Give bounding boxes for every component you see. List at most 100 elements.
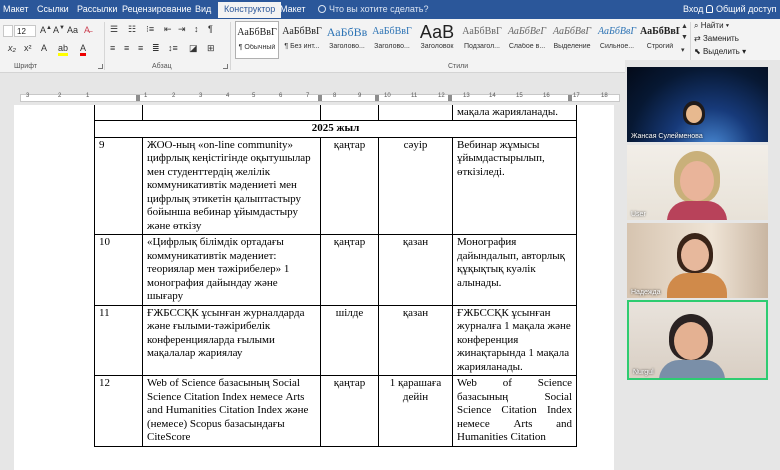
superscript-icon[interactable]: x² — [24, 43, 32, 53]
decrease-indent-icon[interactable]: ⇤ — [164, 24, 172, 35]
align-right-icon[interactable]: ≡ — [138, 43, 143, 53]
table-cell[interactable] — [94, 105, 143, 121]
style-strong[interactable]: АаБбВвГ Строгий — [640, 21, 680, 59]
activity-cell[interactable]: ҒЖБССҚК ұсынған журналдарда және ғылыми-… — [142, 304, 321, 376]
multilevel-list-icon[interactable]: ⁝≡ — [146, 24, 154, 35]
show-marks-icon[interactable]: ¶ — [208, 24, 213, 34]
style-title[interactable]: АаВ Заголовок — [415, 21, 459, 59]
horizontal-ruler[interactable]: 3 2 1 1 2 3 4 5 6 7 8 9 10 11 12 13 14 1… — [0, 91, 625, 105]
year-heading-cell[interactable]: 2025 жыл — [94, 120, 577, 138]
end-date-cell[interactable]: қазан — [378, 304, 453, 376]
font-dialog-launcher-icon[interactable] — [98, 64, 103, 69]
participant-tile[interactable]: User — [627, 145, 768, 220]
line-spacing-icon[interactable]: ↕≡ — [168, 43, 178, 53]
style-subtitle[interactable]: АаБбВвГ Подзагол... — [460, 21, 504, 59]
tab-mailings[interactable]: Рассылки — [77, 4, 117, 14]
table-row: 12 Web of Science базасының Social Scien… — [94, 375, 577, 447]
ruler-number: 11 — [411, 93, 418, 99]
numbering-icon[interactable]: ☷ — [128, 24, 136, 35]
style-name: ¶ Без инт... — [284, 43, 320, 50]
increase-indent-icon[interactable]: ⇥ — [178, 24, 186, 35]
highlight-icon[interactable]: ab — [58, 43, 69, 56]
borders-icon[interactable]: ⊞ — [207, 43, 215, 54]
paragraph-dialog-launcher-icon[interactable] — [223, 64, 228, 69]
find-button[interactable]: ⌕ Найти ▾ — [694, 21, 729, 31]
participant-tile[interactable]: Надежда — [627, 223, 768, 298]
text-effects-icon[interactable]: A — [41, 43, 47, 53]
tab-layout[interactable]: Макет — [3, 4, 28, 14]
font-color-icon[interactable]: A — [80, 43, 87, 56]
style-heading-2[interactable]: АаБбВвГ Заголово... — [370, 21, 414, 59]
tab-table-layout[interactable]: Макет — [280, 4, 305, 14]
column-marker[interactable] — [568, 95, 572, 101]
start-date-cell[interactable]: қаңтар — [320, 234, 379, 306]
result-cell[interactable]: Монография дайындалып, авторлық құқықтық… — [452, 234, 577, 306]
grow-font-icon[interactable]: A▲ — [40, 25, 52, 35]
row-number-cell[interactable]: 11 — [94, 304, 143, 376]
replace-button[interactable]: ⇄ Заменить — [694, 34, 739, 43]
sign-in-link[interactable]: Вход — [683, 4, 703, 14]
start-date-cell[interactable]: шілде — [320, 304, 379, 376]
table-cell[interactable]: мақала жарияланады. — [452, 105, 577, 121]
style-normal[interactable]: АаБбВвГ ¶ Обычный — [235, 21, 279, 59]
align-left-icon[interactable]: ≡ — [110, 43, 115, 53]
person-icon — [706, 5, 713, 13]
ruler-number: 7 — [306, 93, 310, 99]
result-cell[interactable]: ҒЖБССҚК ұсынған журналға 1 мақала және к… — [452, 304, 577, 376]
end-date-cell[interactable]: сәуір — [378, 136, 453, 235]
plan-table[interactable]: мақала жарияланады. 2025 жыл 9 ЖОО-ның «… — [94, 105, 577, 447]
style-heading-1[interactable]: АаБбВв Заголово... — [325, 21, 369, 59]
sort-icon[interactable]: ↕ — [194, 24, 199, 34]
select-button[interactable]: ⬉ Выделить ▾ — [694, 47, 746, 56]
style-sample: АаБбВвГ — [552, 26, 592, 37]
result-cell[interactable]: Вебинар жұмысы ұйымдастырылып, өткізілед… — [452, 136, 577, 235]
tab-view[interactable]: Вид — [195, 4, 211, 14]
bullets-icon[interactable]: ☰ — [110, 24, 118, 35]
ruler-number: 3 — [199, 93, 203, 99]
end-date-cell[interactable]: 1 қарашаға дейін — [378, 375, 453, 447]
tab-design[interactable]: Конструктор — [218, 2, 282, 18]
table-cell[interactable] — [320, 105, 379, 121]
table-cell[interactable] — [142, 105, 321, 121]
result-cell[interactable]: Web of Science базасының Social Science … — [452, 375, 577, 447]
share-button[interactable]: Общий доступ — [706, 4, 776, 14]
tab-review[interactable]: Рецензирование — [122, 4, 192, 14]
tab-references[interactable]: Ссылки — [37, 4, 69, 14]
font-name-dropdown[interactable] — [3, 25, 13, 37]
change-case-icon[interactable]: Aa — [67, 25, 78, 35]
clear-format-icon[interactable]: A̶ — [84, 25, 90, 35]
start-date-cell[interactable]: қаңтар — [320, 375, 379, 447]
subscript-icon[interactable]: x₂ — [8, 43, 16, 53]
row-number-cell[interactable]: 10 — [94, 234, 143, 306]
activity-cell[interactable]: «Цифрлық білімдік ортадағы коммуникативт… — [142, 234, 321, 306]
align-center-icon[interactable]: ≡ — [124, 43, 129, 53]
gallery-more-icon[interactable]: ▾ — [681, 46, 685, 54]
column-marker[interactable] — [318, 95, 322, 101]
style-emphasis[interactable]: АаБбВвГ Выделение — [550, 21, 594, 59]
gallery-scroll-up-icon[interactable]: ▲ — [681, 23, 688, 30]
table-cell[interactable] — [378, 105, 453, 121]
row-number-cell[interactable]: 9 — [94, 136, 143, 235]
end-date-cell[interactable]: қазан — [378, 234, 453, 306]
document-page[interactable]: мақала жарияланады. 2025 жыл 9 ЖОО-ның «… — [14, 105, 614, 470]
justify-icon[interactable]: ≣ — [152, 43, 160, 54]
activity-cell[interactable]: Web of Science базасының Social Science … — [142, 375, 321, 447]
font-size-dropdown[interactable]: 12 — [14, 25, 36, 37]
shrink-font-icon[interactable]: A▼ — [53, 25, 65, 35]
start-date-cell[interactable]: қаңтар — [320, 136, 379, 235]
participant-tile[interactable]: Жансая Сулейменова — [627, 67, 768, 142]
participant-tile-active-speaker[interactable]: Nurgul — [627, 300, 768, 380]
shading-icon[interactable]: ◪ — [189, 43, 198, 54]
ruler-number: 8 — [333, 93, 337, 99]
column-marker[interactable] — [375, 95, 379, 101]
column-marker[interactable] — [136, 95, 140, 101]
gallery-scroll-down-icon[interactable]: ▼ — [681, 34, 688, 41]
row-number-cell[interactable]: 12 — [94, 375, 143, 447]
share-label: Общий доступ — [716, 4, 777, 14]
activity-cell[interactable]: ЖОО-ның «on-line community» цифрлық кеңі… — [142, 136, 321, 235]
tell-me-search[interactable]: Что вы хотите сделать? — [318, 4, 429, 14]
style-intense-emphasis[interactable]: АаБбВвГ Сильное... — [595, 21, 639, 59]
style-subtle-emphasis[interactable]: АаБбВеГ Слабое в... — [505, 21, 549, 59]
column-marker[interactable] — [448, 95, 452, 101]
style-no-spacing[interactable]: АаБбВвГ ¶ Без инт... — [280, 21, 324, 59]
